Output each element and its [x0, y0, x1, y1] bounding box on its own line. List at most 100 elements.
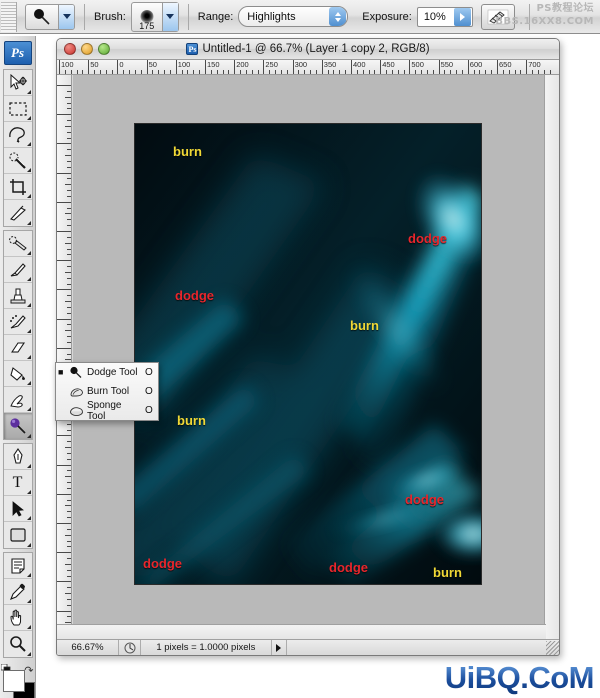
ruler-label: 450 — [382, 60, 395, 69]
exposure-input[interactable]: 10% — [416, 6, 473, 27]
ruler-tick — [234, 60, 236, 74]
ruler-tick — [409, 60, 411, 74]
ruler-tick — [57, 231, 71, 232]
ruler-label: 50 — [148, 60, 157, 69]
healing-brush-tool[interactable] — [3, 231, 32, 257]
ruler-minor-tick — [181, 70, 183, 74]
flyout-item-burn-tool[interactable]: Burn Tool O — [56, 382, 158, 401]
range-select[interactable]: Highlights — [238, 6, 349, 27]
horizontal-ruler[interactable]: 100 50 0 50 100 150 200 250 300 350 400 450 500 550 60… — [57, 60, 559, 75]
move-tool[interactable] — [3, 70, 32, 96]
zoom-level[interactable]: 66.67% — [57, 640, 119, 655]
ruler-label: 550 — [440, 60, 454, 69]
clone-stamp-tool[interactable] — [3, 283, 32, 309]
brush-chevron-down-icon[interactable] — [161, 2, 178, 31]
lasso-tool[interactable] — [3, 122, 32, 148]
pen-tool[interactable] — [3, 444, 32, 470]
ruler-minor-tick — [67, 429, 71, 431]
ruler-tick — [59, 60, 60, 74]
ruler-tick — [205, 60, 206, 74]
ruler-minor-tick — [65, 242, 71, 244]
hand-tool[interactable] — [3, 605, 32, 631]
range-stepper-icon[interactable] — [329, 7, 347, 26]
ruler-minor-tick — [386, 70, 388, 74]
tool-group-navigation — [2, 552, 33, 658]
brush-tool[interactable] — [3, 257, 32, 283]
ruler-minor-tick — [298, 70, 300, 74]
watermark-top-line1: PS教程论坛 — [536, 3, 594, 14]
ruler-minor-tick — [65, 505, 71, 507]
document-titlebar[interactable]: Ps Untitled-1 @ 66.7% (Layer 1 copy 2, R… — [57, 39, 559, 60]
ruler-minor-tick — [67, 108, 71, 110]
type-tool[interactable]: T — [3, 470, 32, 496]
gradient-tool[interactable] — [3, 361, 32, 387]
ruler-tick — [57, 201, 71, 203]
ruler-minor-tick — [67, 137, 71, 139]
canvas-annotation-label: dodge — [175, 288, 214, 303]
canvas-annotation-label: dodge — [329, 560, 368, 575]
marquee-tool[interactable] — [3, 96, 32, 122]
flyout-item-dodge-tool[interactable]: ■ Dodge Tool O — [56, 363, 158, 382]
ruler-minor-tick — [240, 70, 242, 74]
swap-colors-icon[interactable]: ↷ — [24, 664, 33, 677]
history-brush-tool[interactable] — [3, 309, 32, 335]
magic-wand-tool[interactable] — [3, 148, 32, 174]
ruler-minor-tick — [193, 70, 195, 74]
status-expand-button[interactable] — [270, 640, 287, 655]
flyout-item-sponge-tool[interactable]: Sponge Tool O — [56, 400, 158, 422]
ruler-minor-tick — [67, 336, 71, 338]
brush-picker[interactable]: 175 — [130, 1, 179, 32]
ruler-minor-tick — [514, 70, 516, 74]
canvas-annotation-label: burn — [433, 565, 462, 580]
ruler-minor-tick — [67, 207, 71, 209]
ruler-minor-tick — [310, 70, 312, 74]
ruler-label: 100 — [177, 60, 191, 69]
ruler-minor-tick — [67, 131, 71, 133]
dodge-tool-flyout-menu[interactable]: ■ Dodge Tool O Burn Tool O Sponge Tool O — [55, 362, 159, 422]
ruler-minor-tick — [65, 271, 71, 273]
slice-tool[interactable] — [4, 200, 32, 226]
ruler-tick — [497, 60, 498, 74]
resize-grip-icon[interactable] — [546, 640, 559, 655]
ruler-minor-tick — [67, 558, 71, 560]
ruler-minor-tick — [65, 534, 71, 536]
eyedropper-tool[interactable] — [3, 579, 32, 605]
zoom-tool[interactable] — [4, 631, 32, 657]
brush-preview: 175 — [132, 3, 162, 31]
ruler-minor-tick — [345, 70, 347, 74]
ruler-minor-tick — [67, 160, 71, 162]
options-bar-grip[interactable] — [1, 1, 17, 32]
dodge-tool-icon — [26, 5, 58, 29]
horizontal-scrollbar[interactable] — [57, 624, 546, 639]
dodge-tool[interactable] — [3, 413, 32, 439]
crop-tool[interactable] — [3, 174, 32, 200]
exposure-label: Exposure: — [362, 10, 412, 23]
tool-group-vector: T — [2, 443, 33, 549]
artboard[interactable]: burn dodge dodge burn burn dodge dodge dodge bur… — [134, 123, 482, 585]
blur-tool[interactable] — [3, 387, 32, 413]
vertical-scrollbar[interactable] — [544, 75, 559, 641]
brush-size-value: 175 — [139, 20, 155, 31]
ruler-minor-tick — [415, 70, 417, 74]
ruler-tick — [57, 143, 71, 145]
ruler-label: 50 — [90, 60, 99, 69]
eraser-tool[interactable] — [3, 335, 32, 361]
path-selection-tool[interactable] — [3, 496, 32, 522]
aurora-image — [135, 124, 481, 584]
ruler-minor-tick — [356, 70, 358, 74]
flyout-item-label: Dodge Tool — [87, 367, 138, 378]
exposure-slider-icon[interactable] — [453, 7, 471, 26]
ruler-minor-tick — [76, 70, 78, 74]
current-tool-preset-picker[interactable] — [25, 3, 75, 30]
doc-size-icon[interactable] — [119, 640, 141, 655]
notes-tool[interactable] — [3, 553, 32, 579]
ruler-minor-tick — [228, 70, 230, 74]
chevron-down-icon[interactable] — [58, 4, 74, 29]
document-window: Ps Untitled-1 @ 66.7% (Layer 1 copy 2, R… — [56, 38, 560, 656]
shape-tool[interactable] — [4, 522, 32, 548]
ruler-minor-tick — [368, 70, 370, 74]
ruler-minor-tick — [67, 598, 71, 600]
foreground-color-swatch[interactable] — [2, 670, 25, 692]
ruler-minor-tick — [67, 248, 71, 250]
ruler-minor-tick — [444, 70, 446, 74]
